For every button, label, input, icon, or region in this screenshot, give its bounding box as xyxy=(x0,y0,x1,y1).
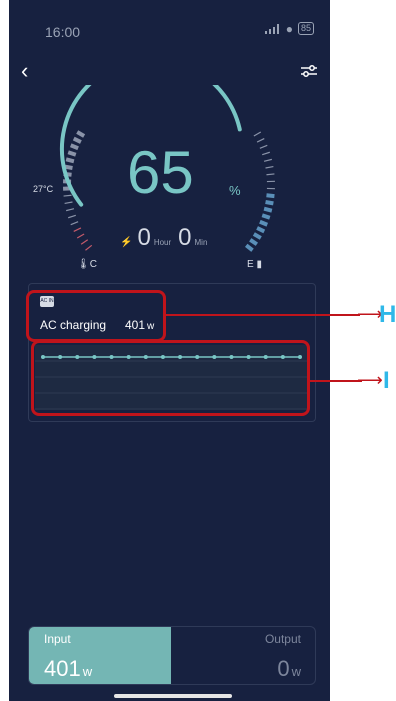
gauge-tick xyxy=(76,130,86,138)
gauge-tick xyxy=(262,151,270,156)
thermometer-icon: 🌡 xyxy=(77,259,90,270)
annotation-letter-i: I xyxy=(383,367,390,394)
min-label: Min xyxy=(194,238,208,247)
gauge-tick xyxy=(68,214,76,219)
io-panel: Input 401 w Output 0w xyxy=(28,626,316,685)
empty-label: E xyxy=(247,259,254,270)
remaining-hours: 0 xyxy=(137,224,151,251)
gauge-tick xyxy=(66,208,75,212)
output-label: Output xyxy=(264,632,301,646)
back-icon[interactable]: ‹ xyxy=(21,60,28,82)
gauge-tick xyxy=(249,238,258,246)
empty-end-label: E ▮ xyxy=(247,259,262,270)
gauge-tick xyxy=(265,166,274,169)
gauge-tick xyxy=(69,143,79,151)
status-icons: ● 85 xyxy=(264,21,314,36)
gauge-tick xyxy=(261,213,271,220)
gauge-tick xyxy=(70,221,79,226)
temperature-value: 27°C xyxy=(33,184,54,194)
gauge-tick xyxy=(80,239,89,245)
annotation-line-h xyxy=(163,314,360,316)
temperature-end-label: 🌡C xyxy=(77,259,97,270)
annotation-box-i xyxy=(31,340,310,416)
gauge-tick xyxy=(65,157,75,164)
gauge-tick xyxy=(256,226,266,234)
gauge-tick xyxy=(72,136,82,144)
remaining-time: ⚡ 0 Hour 0 Min xyxy=(120,226,211,250)
gauge-tick xyxy=(256,137,265,143)
level-ticks xyxy=(244,131,275,252)
gauge-tick xyxy=(259,144,268,149)
gauge-tick xyxy=(63,194,72,197)
gauge-tick xyxy=(67,150,77,157)
output-unit: w xyxy=(291,664,301,679)
battery-small-icon: ▮ xyxy=(256,259,262,270)
gauge-tick xyxy=(76,233,85,239)
gauge-tick xyxy=(244,243,254,252)
status-bar: 16:00 ● 85 xyxy=(9,0,330,40)
gauge-tick xyxy=(64,201,73,204)
annotation-arrow-i: ⟶ xyxy=(357,370,383,390)
gauge-tick xyxy=(252,232,262,240)
gauge-tick xyxy=(73,227,82,233)
hour-label: Hour xyxy=(153,238,172,247)
wifi-icon: ● xyxy=(285,21,293,36)
battery-percent: 65 xyxy=(127,139,194,206)
input-tab[interactable]: Input 401 w xyxy=(29,627,171,684)
gauge-tick xyxy=(266,173,275,176)
gauge-tick xyxy=(259,219,269,227)
charging-time-icon: ⚡ xyxy=(120,237,133,248)
status-time: 16:00 xyxy=(45,24,81,40)
output-value-number: 0 xyxy=(277,656,290,681)
annotation-box-h xyxy=(26,290,166,342)
gauge-tick xyxy=(266,193,275,199)
annotation-letter-h: H xyxy=(379,301,396,328)
remaining-minutes: 0 xyxy=(178,224,192,251)
gauge-tick xyxy=(265,200,274,206)
input-unit: w xyxy=(82,664,93,679)
settings-sliders-icon[interactable] xyxy=(300,64,318,78)
temperature-ticks xyxy=(62,130,93,251)
signal-icon xyxy=(264,23,281,34)
input-value: 401 w xyxy=(44,656,92,682)
output-value: 0w xyxy=(277,656,301,682)
gauge-tick xyxy=(253,131,262,137)
input-label: Input xyxy=(44,632,71,646)
temp-unit-label: C xyxy=(89,259,97,270)
gauge-tick xyxy=(85,244,93,251)
annotation-line-i xyxy=(307,380,362,382)
gauge-tick xyxy=(263,206,273,213)
gauge-tick xyxy=(263,158,272,162)
percent-unit: % xyxy=(229,183,241,198)
battery-icon: 85 xyxy=(297,22,314,35)
home-indicator xyxy=(114,694,232,698)
input-value-number: 401 xyxy=(44,656,81,681)
